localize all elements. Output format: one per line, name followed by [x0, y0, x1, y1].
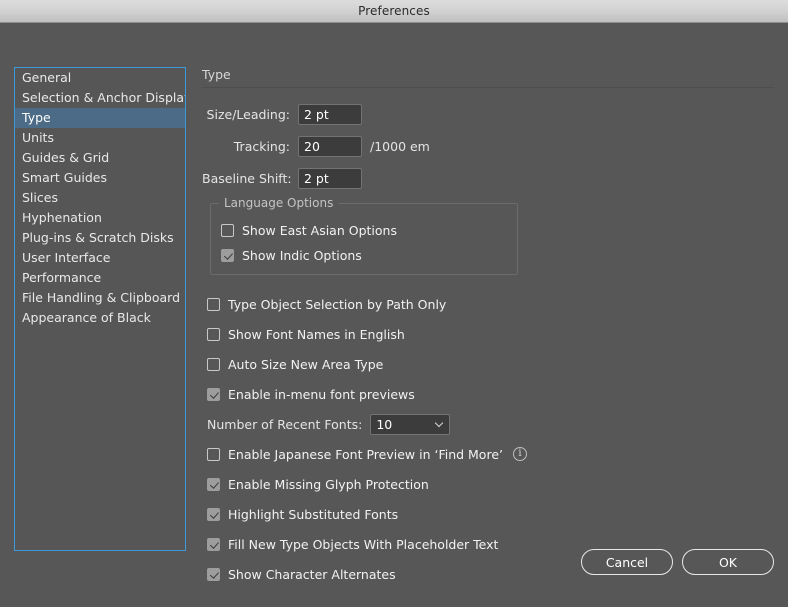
recent-fonts-value: 10	[376, 416, 393, 432]
info-icon[interactable]: i	[513, 447, 527, 461]
type-option-b-label: Show Character Alternates	[228, 566, 396, 582]
japanese-font-preview-label: Enable Japanese Font Preview in ‘Find Mo…	[228, 446, 503, 462]
type-option-label: Show Font Names in English	[228, 326, 405, 342]
field-suffix: /1000 em	[370, 138, 430, 154]
language-option-checkbox[interactable]	[221, 249, 234, 262]
recent-fonts-row: Number of Recent Fonts: 10	[207, 409, 774, 439]
type-option-b-label: Fill New Type Objects With Placeholder T…	[228, 536, 499, 552]
type-preferences-panel: Type Size/Leading: 2 pt Tracking: 20/1000 e…	[202, 67, 774, 589]
type-option-label: Type Object Selection by Path Only	[228, 296, 447, 312]
type-option-checkbox[interactable]	[207, 297, 220, 311]
recent-fonts-label: Number of Recent Fonts:	[207, 416, 363, 432]
type-option-checkbox[interactable]	[207, 357, 220, 371]
title-bar: Preferences	[0, 0, 788, 23]
type-options-top-list: Type Object Selection by Path Only Show F…	[207, 289, 774, 409]
field-row: Tracking: 20/1000 em	[202, 133, 774, 159]
sidebar-item-slices[interactable]: Slices	[15, 188, 185, 208]
dialog-footer: Cancel OK	[581, 549, 774, 575]
field-row: Baseline Shift: 2 pt	[202, 165, 774, 191]
sidebar-item-type[interactable]: Type	[15, 108, 185, 128]
preferences-dialog-body: General Selection & Anchor Display Type Uni…	[0, 23, 788, 606]
window-title: Preferences	[358, 4, 430, 18]
sidebar-item-performance[interactable]: Performance	[15, 268, 185, 288]
panel-title: Type	[202, 67, 231, 82]
type-option-row[interactable]: Show Font Names in English	[207, 319, 774, 349]
language-options-legend: Language Options	[219, 196, 339, 210]
ok-button[interactable]: OK	[682, 549, 774, 575]
language-option-label: Show East Asian Options	[242, 223, 397, 238]
type-option-checkbox[interactable]	[207, 327, 220, 341]
sidebar-item-user-interface[interactable]: User Interface	[15, 248, 185, 268]
language-option-checkbox[interactable]	[221, 224, 234, 237]
panel-divider	[202, 87, 774, 88]
japanese-font-preview-row[interactable]: Enable Japanese Font Preview in ‘Find Mo…	[207, 439, 774, 469]
cancel-button[interactable]: Cancel	[581, 549, 673, 575]
type-option-b-checkbox[interactable]	[207, 537, 220, 551]
sidebar-item-selection-anchor-display[interactable]: Selection & Anchor Display	[15, 88, 185, 108]
type-option-b-label: Highlight Substituted Fonts	[228, 506, 399, 522]
sidebar-item-appearance-of-black[interactable]: Appearance of Black	[15, 308, 185, 328]
type-option-row[interactable]: Enable in-menu font previews	[207, 379, 774, 409]
sidebar-item-guides-grid[interactable]: Guides & Grid	[15, 148, 185, 168]
type-option-b-label: Enable Missing Glyph Protection	[228, 476, 429, 492]
type-option-b-checkbox[interactable]	[207, 477, 220, 491]
recent-fonts-select[interactable]: 10	[370, 413, 451, 435]
chevron-down-icon	[436, 420, 444, 428]
type-option-label: Auto Size New Area Type	[228, 356, 384, 372]
sidebar-item-smart-guides[interactable]: Smart Guides	[15, 168, 185, 188]
sidebar-item-hyphenation[interactable]: Hyphenation	[15, 208, 185, 228]
field-row: Size/Leading: 2 pt	[202, 101, 774, 127]
sidebar-item-file-handling-clipboard[interactable]: File Handling & Clipboard	[15, 288, 185, 308]
field-input[interactable]: 20	[298, 135, 362, 157]
preferences-category-list[interactable]: General Selection & Anchor Display Type Uni…	[14, 67, 186, 551]
field-label: Size/Leading:	[206, 106, 290, 122]
field-label: Baseline Shift:	[202, 170, 292, 186]
language-option-row[interactable]: Show East Asian Options	[221, 218, 507, 243]
sidebar-item-plug-ins-scratch-disks[interactable]: Plug-ins & Scratch Disks	[15, 228, 185, 248]
type-option-b-row[interactable]: Enable Missing Glyph Protection	[207, 469, 774, 499]
field-label: Tracking:	[233, 138, 290, 154]
type-option-checkbox[interactable]	[207, 387, 220, 401]
type-option-row[interactable]: Auto Size New Area Type	[207, 349, 774, 379]
type-option-b-checkbox[interactable]	[207, 507, 220, 521]
type-option-label: Enable in-menu font previews	[228, 386, 415, 402]
field-input[interactable]: 2 pt	[298, 103, 362, 125]
type-fields-group: Size/Leading: 2 pt Tracking: 20/1000 em Base…	[202, 101, 774, 191]
type-option-b-checkbox[interactable]	[207, 567, 220, 581]
language-option-label: Show Indic Options	[242, 248, 362, 263]
type-option-b-row[interactable]: Highlight Substituted Fonts	[207, 499, 774, 529]
sidebar-item-units[interactable]: Units	[15, 128, 185, 148]
japanese-font-preview-checkbox[interactable]	[207, 447, 220, 461]
field-input[interactable]: 2 pt	[298, 167, 362, 189]
sidebar-item-general[interactable]: General	[15, 68, 185, 88]
type-option-row[interactable]: Type Object Selection by Path Only	[207, 289, 774, 319]
language-options-group: Language Options Show East Asian Options…	[210, 196, 518, 275]
language-option-row[interactable]: Show Indic Options	[221, 243, 507, 268]
